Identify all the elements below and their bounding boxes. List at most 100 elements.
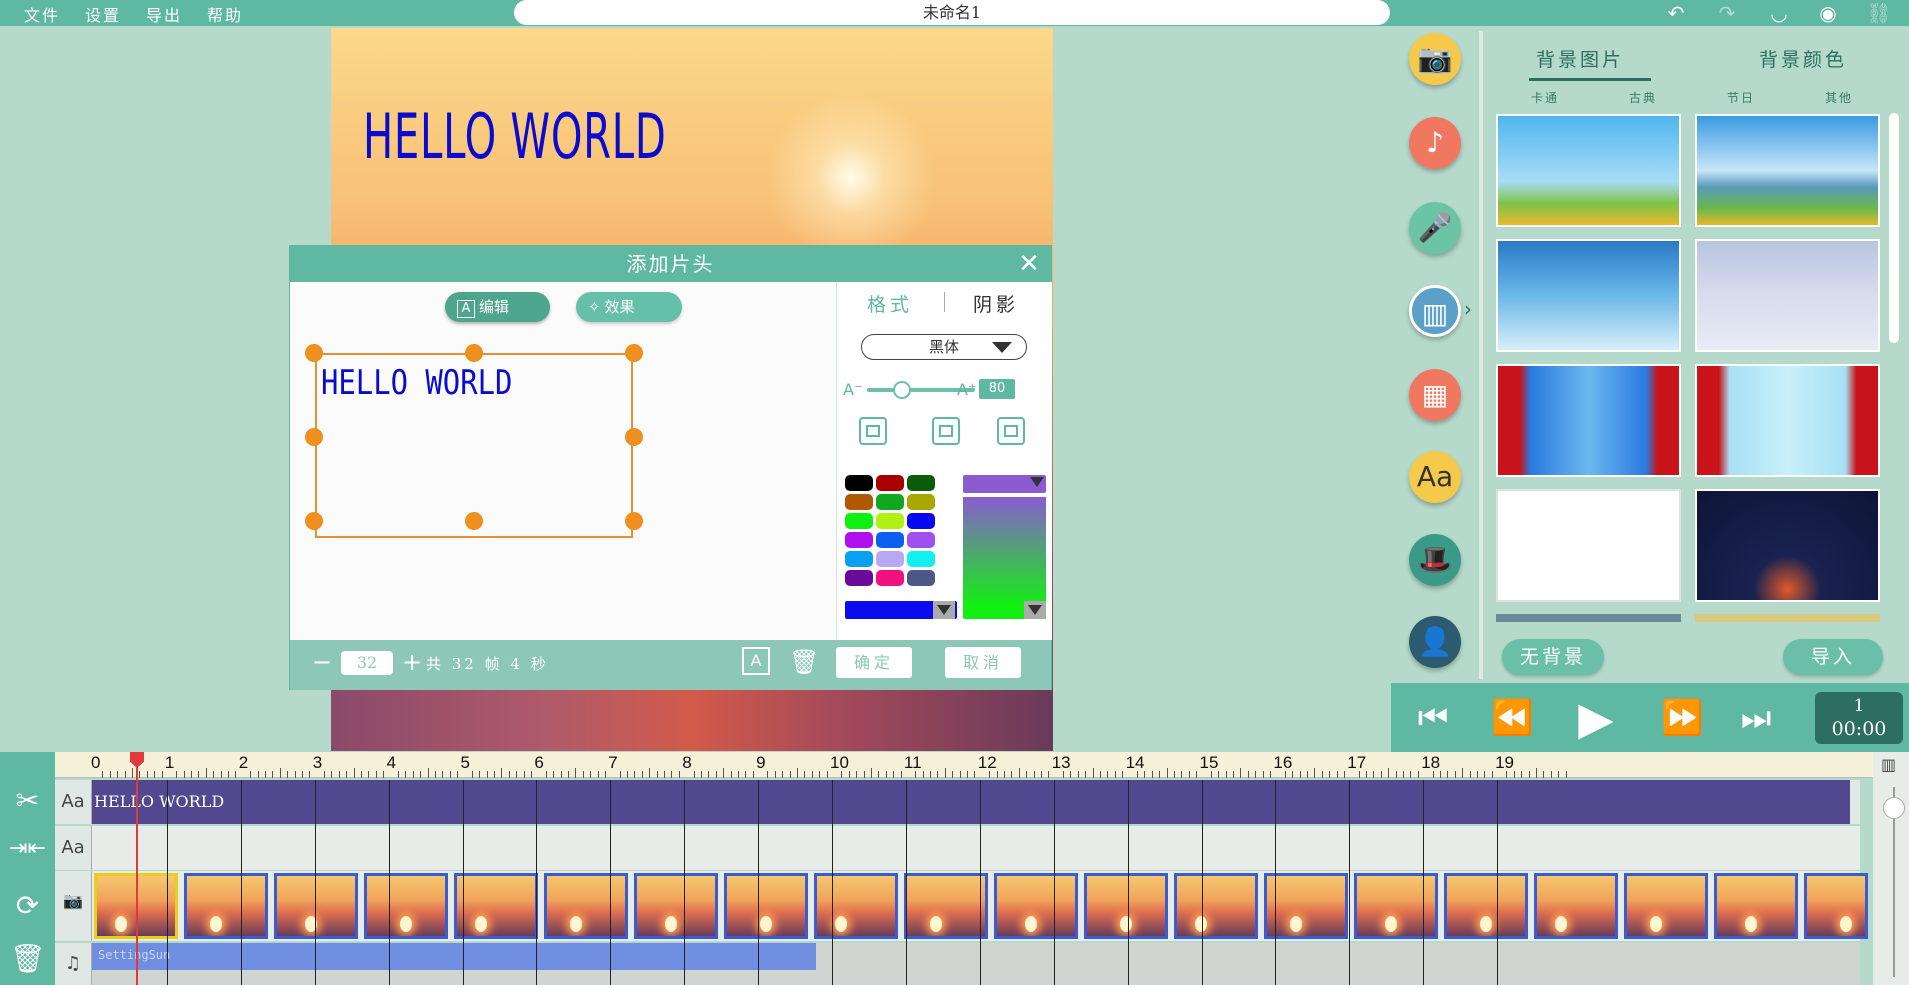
background-thumbnail[interactable]: [1496, 614, 1681, 622]
title-track[interactable]: HELLO WORLD: [92, 780, 1860, 824]
eye-icon[interactable]: ◡: [1766, 0, 1792, 26]
color-swatch[interactable]: [907, 513, 935, 529]
trash-icon[interactable]: 🗑: [789, 648, 819, 676]
color-swatch[interactable]: [845, 570, 873, 586]
panel-scrollbar[interactable]: [1889, 113, 1899, 343]
video-frame-thumbnail[interactable]: [544, 873, 628, 939]
import-button[interactable]: 导入: [1783, 639, 1883, 675]
video-frame-thumbnail[interactable]: [1174, 873, 1258, 939]
color-swatch[interactable]: [876, 513, 904, 529]
video-frame-thumbnail[interactable]: [1624, 873, 1708, 939]
background-thumbnail[interactable]: [1496, 364, 1681, 477]
document-title[interactable]: 未命名1: [514, 0, 1390, 25]
video-frame-thumbnail[interactable]: [1804, 873, 1868, 939]
magic-hat-icon[interactable]: 🎩: [1409, 534, 1461, 586]
subtab-other[interactable]: 其他: [1825, 89, 1853, 106]
font-select[interactable]: 黑体: [861, 334, 1027, 360]
background-thumbnail[interactable]: [1496, 239, 1681, 352]
video-frame-thumbnail[interactable]: [1354, 873, 1438, 939]
resize-handle[interactable]: [625, 428, 643, 446]
resize-handle[interactable]: [305, 344, 323, 362]
color-swatch[interactable]: [907, 570, 935, 586]
font-smaller-label[interactable]: A⁻: [843, 380, 862, 399]
color-swatch[interactable]: [845, 494, 873, 510]
user-icon[interactable]: ◉: [1815, 0, 1841, 26]
skip-to-end-icon[interactable]: ⏭: [1736, 695, 1776, 741]
tab-edit[interactable]: A 编辑: [445, 292, 550, 322]
clip-icon[interactable]: ▦: [1409, 369, 1461, 421]
camera-icon[interactable]: 📷: [1409, 33, 1461, 85]
color-swatch[interactable]: [907, 475, 935, 491]
frame-count-input[interactable]: 32: [341, 651, 393, 675]
video-frame-thumbnail[interactable]: [904, 873, 988, 939]
redo-icon[interactable]: ↷: [1714, 0, 1740, 26]
background-thumbnail[interactable]: [1695, 364, 1880, 477]
video-frame-thumbnail[interactable]: [994, 873, 1078, 939]
close-icon[interactable]: ✕: [1015, 250, 1043, 278]
tab-shadow[interactable]: 阴影: [973, 290, 1019, 317]
video-frame-thumbnail[interactable]: [274, 873, 358, 939]
menu-settings[interactable]: 设置: [85, 2, 121, 26]
video-frame-thumbnail[interactable]: [634, 873, 718, 939]
confirm-button[interactable]: 确定: [836, 647, 912, 678]
text-track[interactable]: [92, 826, 1860, 870]
step-back-icon[interactable]: ⏪: [1491, 695, 1533, 741]
video-frame-thumbnail[interactable]: [454, 873, 538, 939]
menu-export[interactable]: 导出: [146, 2, 182, 26]
step-forward-icon[interactable]: ⏩: [1661, 695, 1703, 741]
add-text-icon[interactable]: A: [742, 647, 770, 675]
tab-format[interactable]: 格式: [867, 290, 913, 317]
subtab-cartoon[interactable]: 卡通: [1531, 89, 1559, 106]
text-box[interactable]: HELLO WORLD: [315, 353, 633, 538]
color-swatch[interactable]: [876, 494, 904, 510]
video-frame-thumbnail[interactable]: [184, 873, 268, 939]
audio-clip[interactable]: SettingSun: [92, 943, 816, 970]
align-center-icon[interactable]: [932, 417, 960, 445]
skip-to-start-icon[interactable]: ⏮: [1413, 695, 1453, 741]
time-ruler[interactable]: 0 1 2 3 4 5 6 7 8 9 10 11 12 13 14 15 16 17 18 19: [55, 752, 1873, 778]
background-thumbnail[interactable]: [1695, 239, 1880, 352]
microphone-icon[interactable]: 🎤: [1409, 202, 1461, 254]
video-frame-thumbnail[interactable]: [1084, 873, 1168, 939]
filmstrip-icon[interactable]: ▥: [1881, 755, 1896, 774]
video-frame-thumbnail[interactable]: [724, 873, 808, 939]
playhead[interactable]: [136, 752, 138, 985]
text-box-content[interactable]: HELLO WORLD: [321, 363, 512, 403]
background-thumbnail[interactable]: [1496, 489, 1681, 602]
link-icon[interactable]: ⛓: [1866, 0, 1892, 26]
background-thumbnail[interactable]: [1695, 114, 1880, 227]
resize-handle[interactable]: [625, 512, 643, 530]
trash-icon[interactable]: 🗑: [0, 942, 55, 975]
merge-icon[interactable]: ⇥⇤: [0, 836, 55, 861]
undo-icon[interactable]: ↶: [1663, 0, 1689, 26]
font-size-value[interactable]: 80: [979, 379, 1015, 399]
filmstrip-icon[interactable]: ▥: [1409, 285, 1461, 337]
refresh-icon[interactable]: ⟳: [0, 889, 55, 922]
color-swatch[interactable]: [876, 532, 904, 548]
fill-color-select[interactable]: [845, 601, 957, 619]
resize-handle[interactable]: [305, 512, 323, 530]
color-swatch[interactable]: [845, 513, 873, 529]
menu-help[interactable]: 帮助: [207, 2, 243, 26]
color-swatch[interactable]: [907, 551, 935, 567]
zoom-slider-knob[interactable]: [1883, 797, 1905, 819]
resize-handle[interactable]: [465, 344, 483, 362]
cancel-button[interactable]: 取消: [945, 647, 1021, 678]
font-larger-label[interactable]: A⁺: [957, 380, 976, 399]
color-swatch[interactable]: [907, 494, 935, 510]
avatar-icon[interactable]: 👤: [1409, 616, 1461, 668]
minus-icon[interactable]: −: [312, 648, 332, 676]
background-thumbnail[interactable]: [1496, 114, 1681, 227]
color-swatch[interactable]: [845, 532, 873, 548]
plus-icon[interactable]: +: [402, 648, 422, 676]
subtab-festival[interactable]: 节日: [1727, 89, 1755, 106]
font-size-slider-knob[interactable]: [893, 381, 911, 399]
resize-handle[interactable]: [625, 344, 643, 362]
outline-color-select[interactable]: [963, 601, 1046, 619]
tab-background-color[interactable]: 背景颜色: [1759, 45, 1847, 72]
gradient-preview[interactable]: [963, 497, 1046, 607]
no-background-button[interactable]: 无背景: [1502, 639, 1604, 675]
color-swatch[interactable]: [876, 570, 904, 586]
align-left-icon[interactable]: [859, 417, 887, 445]
video-frame-thumbnail[interactable]: [1444, 873, 1528, 939]
